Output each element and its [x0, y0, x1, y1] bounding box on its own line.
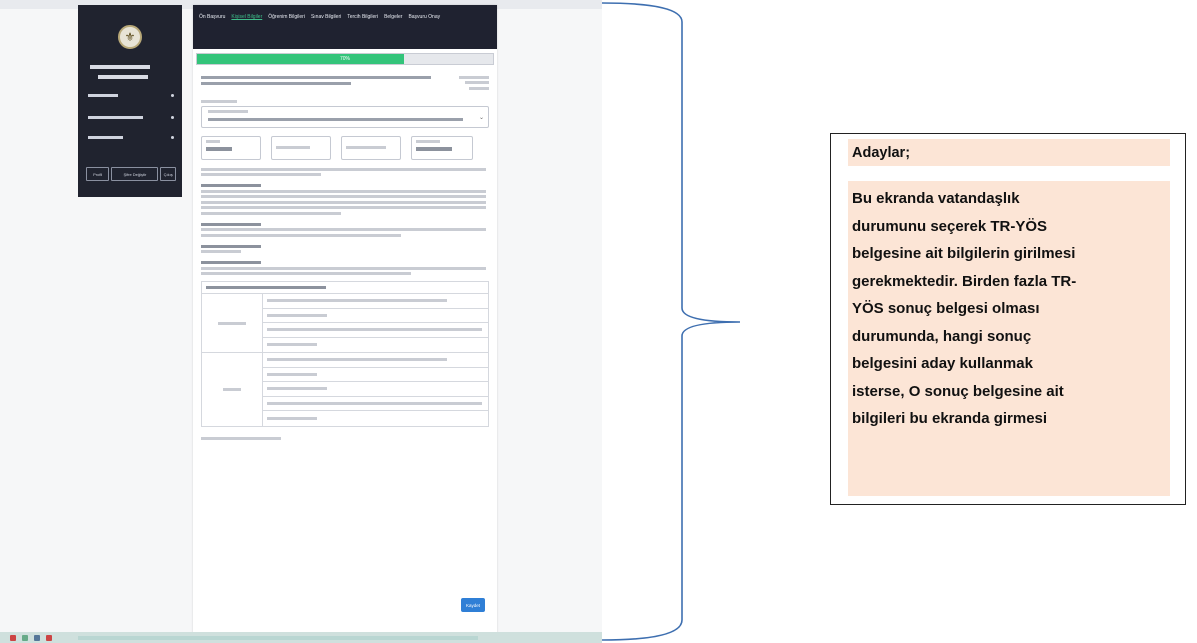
form-status-blurred	[445, 73, 489, 90]
progress-bar: 70%	[196, 53, 494, 65]
callout-line: Bu ekranda vatandaşlık	[852, 190, 1020, 207]
documents-table	[201, 281, 489, 427]
callout-line: YÖS sonuç belgesi olması	[852, 300, 1040, 317]
table-row	[263, 353, 488, 368]
dot-icon	[171, 135, 174, 139]
step-navigation: Ön Başvuru Kişisel Bilgiler Öğrenim Bilg…	[193, 5, 497, 49]
embedded-screenshot: ⚜ Profil Şifre Değiştir Çıkış Ön Başvuru	[0, 0, 602, 643]
sidebar-row[interactable]	[88, 113, 174, 121]
nav-item-exam[interactable]: Sınav Bilgileri	[311, 13, 341, 21]
citizenship-label-blurred	[201, 99, 489, 103]
score-input[interactable]	[411, 135, 473, 160]
form-title-blurred	[201, 73, 436, 90]
table-row	[263, 309, 488, 323]
group-label-blurred	[202, 353, 263, 426]
callout-line: gerekmektedir. Birden fazla TR-	[852, 272, 1077, 290]
callout-title: Adaylar;	[848, 139, 1170, 166]
dot-icon	[171, 93, 174, 97]
group-label-blurred	[202, 294, 263, 352]
status-d-blurred	[201, 261, 489, 275]
nav-item-education[interactable]: Öğrenim Bilgileri	[268, 13, 305, 21]
table-row	[263, 323, 488, 338]
app-icon	[10, 634, 16, 641]
app-icon	[34, 634, 40, 641]
taskbar-strip	[78, 635, 478, 640]
table-group-1	[202, 294, 488, 353]
table-row	[263, 338, 488, 353]
citizenship-select[interactable]: ⌄	[201, 105, 489, 128]
status-b-blurred	[201, 222, 489, 237]
instructions-blurred	[201, 167, 489, 176]
logout-button[interactable]: Çıkış	[160, 167, 176, 181]
nav-item-approval[interactable]: Başvuru Onay	[408, 13, 440, 21]
footnote-blurred	[201, 436, 489, 440]
callout-line: isterse, O sonuç belgesine ait	[852, 382, 1064, 400]
callout-body: Bu ekranda vatandaşlık durumunu seçerek …	[848, 181, 1170, 496]
university-logo: ⚜	[118, 25, 142, 49]
app-icon	[22, 634, 28, 641]
progress-label: 70%	[339, 56, 350, 62]
profile-button[interactable]: Profil	[86, 167, 110, 181]
save-button[interactable]: Kaydet	[461, 598, 485, 612]
status-a-blurred	[201, 184, 489, 215]
nav-item-personal-info[interactable]: Kişisel Bilgiler	[231, 13, 262, 21]
sidebar-row[interactable]	[88, 91, 174, 99]
nav-item-documents[interactable]: Belgeler	[384, 13, 402, 21]
curly-brace	[601, 2, 741, 641]
chevron-down-icon: ⌄	[478, 114, 484, 121]
table-row	[263, 368, 488, 382]
callout-line: belgesine ait bilgilerin girilmesi	[852, 245, 1076, 262]
application-form-panel: Ön Başvuru Kişisel Bilgiler Öğrenim Bilg…	[193, 5, 497, 640]
table-row	[263, 411, 488, 426]
page: ⚜ Profil Şifre Değiştir Çıkış Ön Başvuru	[0, 0, 1197, 643]
table-row	[263, 382, 488, 397]
callout-line: durumunda, hangi sonuç	[852, 327, 1032, 345]
table-row	[263, 294, 488, 309]
redacted-name	[90, 65, 150, 69]
nav-item-pre-application[interactable]: Ön Başvuru	[199, 13, 225, 21]
status-c-blurred	[201, 244, 489, 253]
form-header	[201, 73, 489, 90]
exam-inputs	[201, 135, 489, 160]
profile-sidebar: ⚜ Profil Şifre Değiştir Çıkış	[78, 5, 182, 197]
exam-score-input[interactable]	[201, 135, 261, 160]
table-group-2	[202, 353, 488, 426]
callout-line: durumunu seçerek TR-YÖS	[852, 217, 1048, 235]
nav-item-preferences[interactable]: Tercih Bilgileri	[347, 13, 378, 21]
exam-date-input[interactable]	[271, 135, 331, 160]
change-password-button[interactable]: Şifre Değiştir	[111, 167, 159, 181]
app-icon	[46, 634, 52, 641]
dot-icon	[171, 115, 174, 119]
callout-box: Adaylar; Bu ekranda vatandaşlık durumunu…	[830, 133, 1186, 505]
callout-line: belgesini aday kullanmak	[852, 355, 1033, 372]
table-header-blurred	[202, 282, 488, 294]
redacted-id	[98, 75, 148, 79]
table-row	[263, 397, 488, 411]
form-content: ⌄	[193, 65, 497, 440]
taskbar	[0, 632, 602, 643]
callout-line: bilgileri bu ekranda girmesi	[852, 410, 1048, 427]
sidebar-buttons: Profil Şifre Değiştir Çıkış	[86, 167, 176, 181]
document-number-input[interactable]	[341, 135, 401, 160]
sidebar-row[interactable]	[88, 133, 174, 141]
